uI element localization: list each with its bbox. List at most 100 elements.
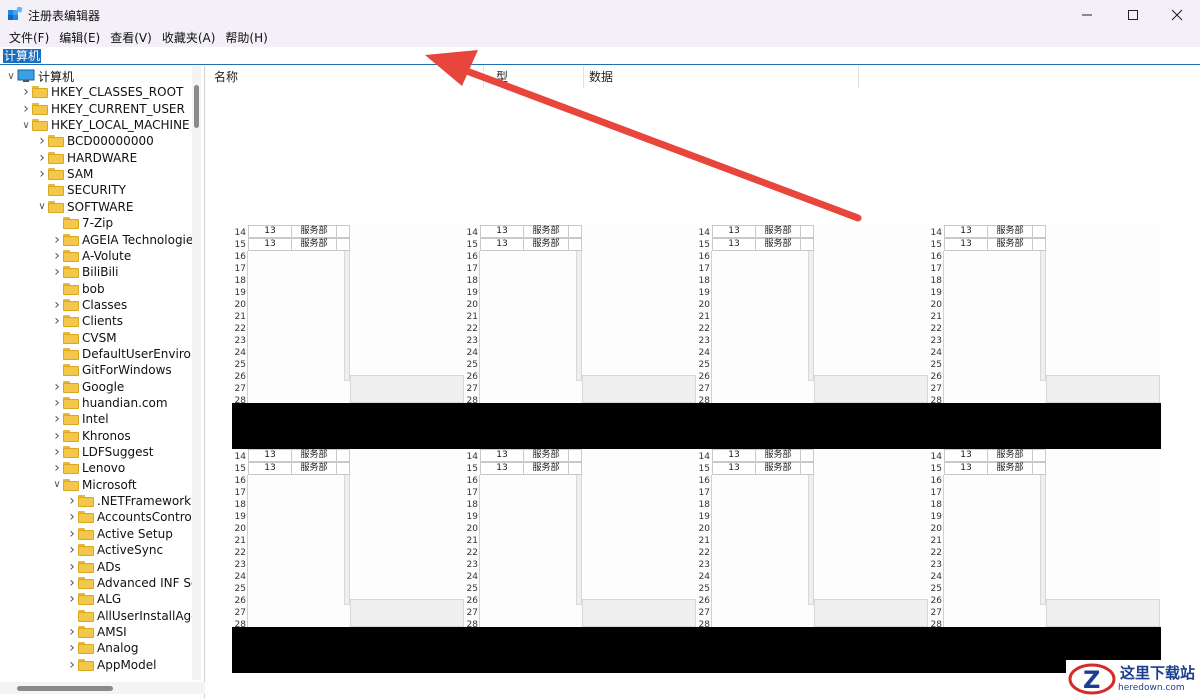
tree-item[interactable]: › Google bbox=[51, 379, 124, 395]
chevron-right-icon[interactable]: › bbox=[51, 232, 63, 248]
chevron-right-icon[interactable]: › bbox=[51, 297, 63, 313]
tree-item[interactable]: GitForWindows bbox=[51, 362, 172, 378]
chevron-right-icon[interactable]: › bbox=[51, 395, 63, 411]
sheet-row-number: 14 bbox=[930, 228, 942, 238]
tree-item[interactable]: › BCD00000000 bbox=[36, 133, 154, 149]
tree-item[interactable]: › Clients bbox=[51, 313, 123, 329]
chevron-right-icon[interactable]: › bbox=[66, 640, 78, 656]
tree-item[interactable]: › AMSI bbox=[66, 624, 127, 640]
chevron-right-icon[interactable]: › bbox=[51, 428, 63, 444]
sheet-row-number: 23 bbox=[234, 560, 246, 570]
tree-item[interactable]: › Intel bbox=[51, 411, 108, 427]
tree-item[interactable]: DefaultUserEnviron bbox=[51, 346, 198, 362]
chevron-right-icon[interactable]: › bbox=[51, 379, 63, 395]
tree-item[interactable]: › BiliBili bbox=[51, 264, 118, 280]
key-tree-pane[interactable]: ∨ 计算机 › HKEY_CLASSES_ROOT › HKEY_CURRENT_USER… bbox=[0, 66, 205, 698]
tree-item[interactable]: › huandian.com bbox=[51, 395, 167, 411]
chevron-down-icon[interactable]: ∨ bbox=[51, 477, 63, 493]
tree-vertical-scrollbar[interactable] bbox=[192, 66, 201, 680]
sheet-cell-dept: 服务部 bbox=[755, 462, 801, 475]
chevron-right-icon[interactable]: › bbox=[66, 493, 78, 509]
tree-item[interactable]: ∨ SOFTWARE bbox=[36, 199, 133, 215]
tree-vertical-scroll-thumb[interactable] bbox=[194, 85, 199, 128]
sheet-row-number: 27 bbox=[466, 608, 478, 618]
tree-item[interactable]: › Advanced INF Se bbox=[66, 575, 198, 591]
tree-horizontal-scroll-thumb[interactable] bbox=[17, 686, 113, 691]
sheet-grid-line bbox=[711, 475, 712, 627]
chevron-right-icon[interactable]: › bbox=[66, 509, 78, 525]
chevron-right-icon[interactable]: › bbox=[51, 264, 63, 280]
column-header-name[interactable]: 名称 bbox=[209, 66, 484, 88]
menu-favorites[interactable]: 收藏夹(A) bbox=[159, 30, 223, 47]
chevron-right-icon[interactable]: › bbox=[36, 166, 48, 182]
tree-item[interactable]: › AGEIA Technologie bbox=[51, 232, 193, 248]
tree-item[interactable]: › Classes bbox=[51, 297, 127, 313]
sheet-row-number: 28 bbox=[698, 396, 710, 403]
sheet-grid-line bbox=[711, 251, 712, 403]
chevron-right-icon[interactable]: › bbox=[36, 133, 48, 149]
chevron-right-icon[interactable]: › bbox=[66, 526, 78, 542]
tree-item-label: ALG bbox=[97, 592, 122, 607]
maximize-button[interactable] bbox=[1110, 0, 1156, 30]
tree-item[interactable]: › Khronos bbox=[51, 428, 131, 444]
tree-item[interactable]: › AppModel bbox=[66, 657, 156, 673]
column-header-type[interactable]: 型 bbox=[484, 66, 584, 88]
tree-item[interactable]: › SAM bbox=[36, 166, 93, 182]
chevron-right-icon[interactable]: › bbox=[66, 559, 78, 575]
sheet-row-number: 22 bbox=[698, 324, 710, 334]
chevron-right-icon[interactable]: › bbox=[66, 542, 78, 558]
chevron-right-icon[interactable]: › bbox=[66, 657, 78, 673]
chevron-down-icon[interactable]: ∨ bbox=[20, 117, 32, 133]
tree-item[interactable]: › Lenovo bbox=[51, 460, 125, 476]
chevron-right-icon[interactable]: › bbox=[66, 591, 78, 607]
tree-item[interactable]: › ActiveSync bbox=[66, 542, 163, 558]
menu-view[interactable]: 查看(V) bbox=[107, 30, 159, 47]
column-header-data[interactable]: 数据 bbox=[584, 66, 859, 88]
tree-item[interactable]: ∨ 计算机 bbox=[5, 68, 74, 84]
address-bar[interactable]: 计算机 bbox=[0, 48, 1200, 65]
tree-item[interactable]: › AccountsControl bbox=[66, 509, 195, 525]
chevron-right-icon[interactable]: › bbox=[51, 460, 63, 476]
sheet-row-number: 24 bbox=[930, 572, 942, 582]
menu-help[interactable]: 帮助(H) bbox=[222, 30, 274, 47]
tree-item[interactable]: 7-Zip bbox=[51, 215, 113, 231]
chevron-down-icon[interactable]: ∨ bbox=[36, 199, 48, 215]
sheet-cell-number: 13 bbox=[248, 225, 292, 238]
tree-item[interactable]: ∨ HKEY_LOCAL_MACHINE bbox=[20, 117, 189, 133]
tree-item[interactable]: › Active Setup bbox=[66, 526, 173, 542]
sheet-row-number: 26 bbox=[698, 372, 710, 382]
black-band-bottom bbox=[232, 627, 1161, 673]
tree-item[interactable]: AllUserInstallAge bbox=[66, 608, 199, 624]
close-button[interactable] bbox=[1154, 0, 1200, 30]
tree-item[interactable]: › HARDWARE bbox=[36, 150, 137, 166]
chevron-down-icon[interactable]: ∨ bbox=[5, 68, 17, 84]
menu-file[interactable]: 文件(F) bbox=[6, 30, 56, 47]
tree-item[interactable]: › ADs bbox=[66, 559, 121, 575]
tree-item[interactable]: › A-Volute bbox=[51, 248, 131, 264]
chevron-right-icon[interactable]: › bbox=[51, 313, 63, 329]
minimize-button[interactable] bbox=[1064, 0, 1110, 30]
chevron-right-icon[interactable]: › bbox=[66, 624, 78, 640]
chevron-right-icon[interactable]: › bbox=[36, 150, 48, 166]
chevron-right-icon[interactable]: › bbox=[66, 575, 78, 591]
tree-item[interactable]: › .NETFramework bbox=[66, 493, 191, 509]
chevron-right-icon[interactable]: › bbox=[51, 248, 63, 264]
tree-item-label: AccountsControl bbox=[97, 510, 196, 525]
chevron-right-icon[interactable]: › bbox=[20, 101, 32, 117]
tree-item[interactable]: bob bbox=[51, 281, 105, 297]
tree-item[interactable]: SECURITY bbox=[36, 182, 126, 198]
chevron-right-icon[interactable]: › bbox=[51, 411, 63, 427]
tree-item[interactable]: › HKEY_CLASSES_ROOT bbox=[20, 84, 183, 100]
menu-edit[interactable]: 编辑(E) bbox=[56, 30, 107, 47]
tree-item[interactable]: ∨ Microsoft bbox=[51, 477, 136, 493]
sheet-cell-number: 13 bbox=[944, 238, 988, 251]
chevron-right-icon[interactable]: › bbox=[51, 444, 63, 460]
chevron-right-icon[interactable]: › bbox=[20, 84, 32, 100]
tree-item[interactable]: › HKEY_CURRENT_USER bbox=[20, 101, 185, 117]
sheet-cell-empty bbox=[800, 449, 814, 462]
tree-item[interactable]: CVSM bbox=[51, 330, 117, 346]
address-path[interactable]: 计算机 bbox=[3, 49, 42, 63]
tree-item[interactable]: › LDFSuggest bbox=[51, 444, 153, 460]
tree-item[interactable]: › Analog bbox=[66, 640, 138, 656]
tree-item[interactable]: › ALG bbox=[66, 591, 121, 607]
